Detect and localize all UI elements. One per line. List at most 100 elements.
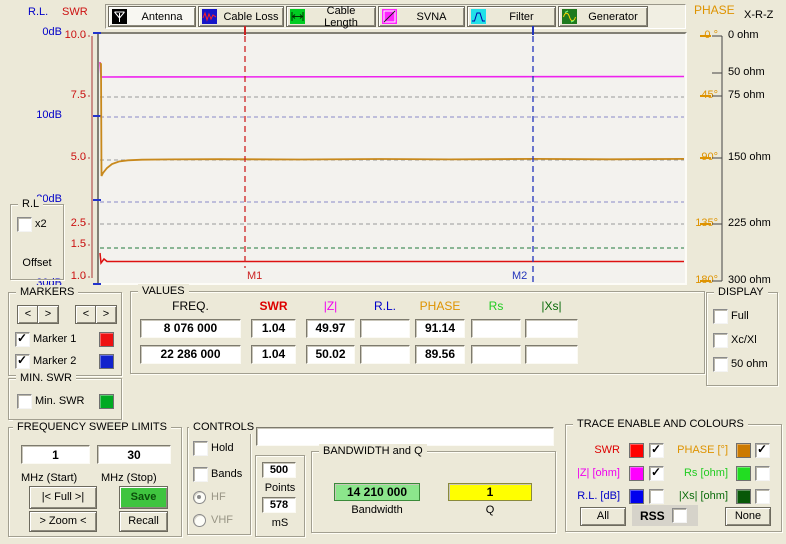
trace-color-swatch <box>629 443 644 458</box>
antenna-icon <box>112 9 127 24</box>
rl-offset-group: R.L x2 Offset <box>10 204 64 280</box>
swr-tick-label: 5.0 <box>60 151 86 163</box>
marker-label-m2[interactable]: M2 <box>512 270 527 282</box>
values-cell-r2c3: 50.02 <box>306 345 355 364</box>
min-swr-title: MIN. SWR <box>16 371 76 385</box>
min-swr-label: Min. SWR <box>35 395 85 407</box>
generator-icon <box>562 9 577 24</box>
all-traces-button[interactable]: All <box>580 507 626 526</box>
trace-label-rldb: R.L. [dB] <box>566 490 620 502</box>
trace-label-xsohm: |Xs| [ohm] <box>674 490 728 502</box>
trace-enable-checkbox[interactable] <box>649 443 664 458</box>
freq-stop-label: MHz (Stop) <box>101 472 157 484</box>
values-cell-r1c4 <box>360 319 410 338</box>
freq-stop-input[interactable] <box>97 445 171 464</box>
hold-checkbox[interactable] <box>193 441 208 456</box>
toolbar-button-filter[interactable]: Filter <box>467 6 556 27</box>
ohm-tick-label: 150 ohm <box>728 151 780 163</box>
values-cell-r1c1[interactable]: 8 076 000 <box>140 319 241 338</box>
cable-loss-icon <box>202 9 217 24</box>
trace-label-rsohm: Rs [ohm] <box>674 467 728 479</box>
trace-enable-checkbox[interactable] <box>649 466 664 481</box>
bandwidth-value: 14 210 000 <box>334 483 420 501</box>
bandwidth-label: Bandwidth <box>334 504 420 516</box>
toolbar-button-label: Antenna <box>129 11 195 23</box>
toolbar-button-cable-loss[interactable]: Cable Loss <box>198 6 284 27</box>
values-cell-r2c1[interactable]: 22 286 000 <box>140 345 241 364</box>
values-cell-r1c5: 91.14 <box>415 319 465 338</box>
marker2-checkbox[interactable] <box>15 354 30 369</box>
none-traces-button[interactable]: None <box>725 507 771 526</box>
rss-checkbox[interactable] <box>672 508 687 523</box>
marker1-next-button[interactable]: > <box>37 305 59 324</box>
sweep-plot-area[interactable] <box>97 32 687 285</box>
trace-enable-checkbox[interactable] <box>755 489 770 504</box>
points-panel: Points mS <box>255 455 305 537</box>
hold-label: Hold <box>211 442 234 454</box>
phase-tick-label: 90° <box>691 151 718 163</box>
offset-button[interactable]: Offset <box>11 257 63 269</box>
ms-input[interactable] <box>262 497 296 513</box>
min-swr-checkbox[interactable] <box>17 394 32 409</box>
trace-color-swatch <box>629 489 644 504</box>
toolbar-button-label: Filter <box>488 11 555 23</box>
display-title: DISPLAY <box>714 285 768 299</box>
marker2-prev-button[interactable]: < <box>75 305 97 324</box>
toolbar-button-label: SVNA <box>399 11 464 23</box>
values-cell-r1c3: 49.97 <box>306 319 355 338</box>
zoom-button[interactable]: > Zoom < <box>29 511 97 532</box>
vhf-radio[interactable] <box>193 514 206 527</box>
phase-axis-title: PHASE <box>694 3 735 17</box>
marker2-label: Marker 2 <box>33 355 76 367</box>
marker1-label: Marker 1 <box>33 333 76 345</box>
rl-x2-checkbox[interactable] <box>17 217 32 232</box>
display-panel: DISPLAY Full Xc/Xl 50 ohm <box>706 292 778 386</box>
values-title: VALUES <box>138 284 189 298</box>
values-cell-r2c5: 89.56 <box>415 345 465 364</box>
save-button[interactable]: Save <box>119 486 168 509</box>
rl-db-tick-label: 10dB <box>28 109 62 121</box>
bandwidth-panel: BANDWIDTH and Q 14 210 000 Bandwidth 1 Q <box>311 451 556 533</box>
rl-axis-title: R.L. <box>28 6 48 18</box>
display-xcxl-checkbox[interactable] <box>713 333 728 348</box>
rl-x2-label: x2 <box>35 218 47 230</box>
marker1-prev-button[interactable]: < <box>17 305 39 324</box>
bands-label: Bands <box>211 468 242 480</box>
trace-label-phase: PHASE [°] <box>674 444 728 456</box>
freq-sweep-panel: FREQUENCY SWEEP LIMITS MHz (Start) MHz (… <box>8 427 182 537</box>
toolbar-button-antenna[interactable]: Antenna <box>108 6 196 27</box>
trace-label-zohm: |Z| [ohm] <box>566 467 620 479</box>
trace-enable-checkbox[interactable] <box>755 443 770 458</box>
trace-label-swr: SWR <box>566 444 620 456</box>
swr-axis-title: SWR <box>62 6 88 18</box>
bands-checkbox[interactable] <box>193 467 208 482</box>
xrz-axis-title: X-R-Z <box>744 9 773 21</box>
hf-radio[interactable] <box>193 491 206 504</box>
display-50ohm-checkbox[interactable] <box>713 357 728 372</box>
toolbar-button-svna[interactable]: SVNA <box>378 6 465 27</box>
display-full-checkbox[interactable] <box>713 309 728 324</box>
toolbar-button-cable-length[interactable]: Cable Length <box>286 6 376 27</box>
phase-tick-label: 0 ° <box>691 29 718 41</box>
phase-tick-label: 135° <box>691 217 718 229</box>
freq-start-input[interactable] <box>21 445 90 464</box>
marker-label-m1[interactable]: M1 <box>247 270 262 282</box>
trace-enable-checkbox[interactable] <box>649 489 664 504</box>
marker1-checkbox[interactable] <box>15 332 30 347</box>
recall-button[interactable]: Recall <box>119 511 168 532</box>
toolbar-button-label: Generator <box>579 11 647 23</box>
ohm-tick-label: 50 ohm <box>728 66 780 78</box>
freq-sweep-title: FREQUENCY SWEEP LIMITS <box>13 420 171 434</box>
values-cell-r1c6 <box>471 319 521 338</box>
trace-color-swatch <box>736 443 751 458</box>
toolbar-button-generator[interactable]: Generator <box>558 6 648 27</box>
points-input[interactable] <box>262 462 296 478</box>
rl-group-title: R.L <box>18 197 43 211</box>
toolbar: AntennaCable LossCable Length SVNA Filter G… <box>105 4 686 29</box>
values-cell-r2c6 <box>471 345 521 364</box>
full-sweep-button[interactable]: |< Full >| <box>29 486 97 509</box>
filter-icon <box>471 9 486 24</box>
marker2-next-button[interactable]: > <box>95 305 117 324</box>
trace-enable-checkbox[interactable] <box>755 466 770 481</box>
controls-panel: CONTROLS Hold Bands HF VHF <box>187 427 251 535</box>
